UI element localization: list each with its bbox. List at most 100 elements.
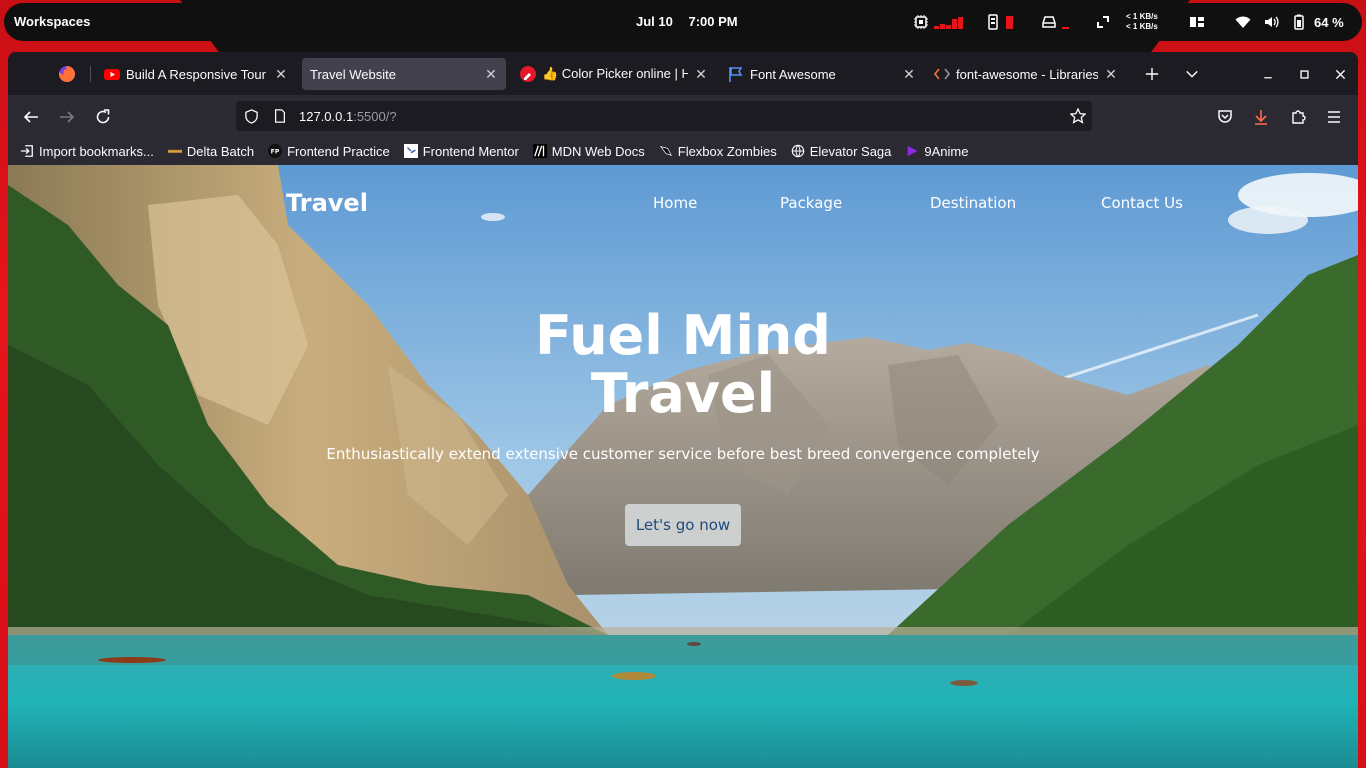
nav-link-home[interactable]: Home <box>653 194 697 212</box>
net-download-speed: < 1 KB/s <box>1126 22 1158 31</box>
clock-date: Jul 10 <box>636 14 673 29</box>
close-tab-icon[interactable]: ✕ <box>1104 66 1118 83</box>
bookmark-elevator-saga[interactable]: Elevator Saga <box>791 144 891 159</box>
bookmark-mdn[interactable]: MDN Web Docs <box>532 143 645 159</box>
reload-button[interactable] <box>90 104 116 130</box>
tab-travel-website[interactable]: Travel Website ✕ <box>302 58 506 90</box>
bookmark-label: Delta Batch <box>186 143 255 159</box>
close-window-button[interactable] <box>1328 62 1352 86</box>
cpu-icon <box>914 15 928 29</box>
bookmark-frontend-practice[interactable]: FP Frontend Practice <box>268 144 390 159</box>
tab-color-picker[interactable]: 👍 Color Picker online | H ✕ <box>512 58 716 90</box>
arrow-right-icon <box>60 111 75 123</box>
disk-monitor[interactable] <box>1040 3 1069 41</box>
network-monitor[interactable]: < 1 KB/s < 1 KB/s <box>1094 3 1158 41</box>
minimize-icon <box>1264 77 1272 79</box>
hero-subtitle: Enthusiastically extend extensive custom… <box>326 445 1040 463</box>
svg-text:FP: FP <box>271 149 280 156</box>
hero-title: Fuel Mind Travel <box>8 307 1358 423</box>
window-switcher-icon <box>1190 17 1204 27</box>
battery-icon <box>1294 14 1304 30</box>
net-upload-speed: < 1 KB/s <box>1126 12 1158 21</box>
minimize-button[interactable] <box>1256 62 1280 86</box>
cta-button[interactable]: Let's go now <box>625 504 741 546</box>
workspaces-button[interactable]: Workspaces <box>14 14 90 29</box>
memory-icon <box>988 14 998 30</box>
hero-title-line1: Fuel Mind <box>535 304 831 367</box>
flag-icon <box>729 67 743 82</box>
extensions-button[interactable] <box>1285 104 1311 130</box>
top-panel: Workspaces Jul 10 7:00 PM < 1 KB/s < 1 K… <box>4 3 1362 41</box>
star-icon[interactable] <box>1070 108 1086 124</box>
bookmark-label: MDN Web Docs <box>551 143 645 159</box>
close-tab-icon[interactable]: ✕ <box>484 66 498 83</box>
pocket-icon <box>1218 110 1232 123</box>
browser-window: Build A Responsive Tour ✕ Travel Website… <box>8 52 1358 768</box>
reload-icon <box>96 109 110 124</box>
expand-icon <box>1097 16 1109 28</box>
forward-button[interactable] <box>54 104 80 130</box>
nav-link-destination[interactable]: Destination <box>930 194 1016 212</box>
delta-batch-icon <box>167 149 182 153</box>
bookmark-9anime[interactable]: 9Anime <box>905 144 968 159</box>
clock[interactable]: Jul 10 7:00 PM <box>636 14 738 29</box>
fp-icon: FP <box>268 144 283 158</box>
site-logo[interactable]: Travel <box>286 189 368 217</box>
bookmark-label: Import bookmarks... <box>39 143 154 159</box>
menu-button[interactable] <box>1321 104 1347 130</box>
memory-graph <box>1006 15 1013 29</box>
tab-title: Travel Website <box>310 66 396 82</box>
cpu-monitor[interactable] <box>912 3 963 41</box>
bookmark-delta-batch[interactable]: Delta Batch <box>167 143 255 159</box>
cpu-graph <box>934 15 963 29</box>
page-icon[interactable] <box>273 109 287 123</box>
url-text[interactable]: 127.0.0.1:5500/? <box>299 109 397 124</box>
firefox-icon[interactable] <box>58 65 76 83</box>
chevron-down-icon <box>1186 70 1198 78</box>
battery-percentage: 64 % <box>1314 14 1344 30</box>
nav-link-package[interactable]: Package <box>780 194 842 212</box>
pocket-button[interactable] <box>1212 104 1238 130</box>
url-bar[interactable]: 127.0.0.1:5500/? <box>236 101 1092 131</box>
flexbox-zombies-icon <box>659 146 672 156</box>
youtube-icon <box>104 69 120 80</box>
puzzle-icon <box>1292 110 1306 124</box>
plus-icon <box>1145 67 1159 81</box>
bookmark-flexbox-zombies[interactable]: Flexbox Zombies <box>659 144 777 159</box>
volume-icon <box>1265 16 1279 28</box>
bookmark-label: Flexbox Zombies <box>677 143 777 159</box>
frontend-mentor-icon <box>403 144 418 158</box>
tab-title: 👍 Color Picker online | H <box>542 66 688 81</box>
bookmark-import[interactable]: Import bookmarks... <box>20 144 154 159</box>
maximize-button[interactable] <box>1292 62 1316 86</box>
close-tab-icon[interactable]: ✕ <box>274 66 288 83</box>
close-tab-icon[interactable]: ✕ <box>694 66 708 83</box>
bookmark-label: 9Anime <box>924 143 969 159</box>
nav-link-contact-us[interactable]: Contact Us <box>1101 194 1183 212</box>
list-all-tabs-button[interactable] <box>1180 62 1204 86</box>
bookmark-label: Frontend Mentor <box>422 143 519 159</box>
url-path: :5500/? <box>353 108 397 124</box>
tab-separator <box>90 66 91 82</box>
downloads-button[interactable] <box>1248 104 1274 130</box>
download-icon <box>1255 110 1267 125</box>
tab-title: Font Awesome <box>750 66 836 82</box>
new-tab-button[interactable] <box>1140 62 1164 86</box>
import-icon <box>20 145 33 157</box>
close-tab-icon[interactable]: ✕ <box>902 66 916 83</box>
system-menu[interactable]: 64 % <box>1188 3 1344 41</box>
mdn-icon <box>532 144 547 158</box>
hero-background-image <box>8 165 1358 768</box>
memory-monitor[interactable] <box>984 3 1013 41</box>
bookmark-frontend-mentor[interactable]: Frontend Mentor <box>403 143 519 159</box>
shield-icon[interactable] <box>244 108 259 124</box>
maximize-icon <box>1299 69 1309 79</box>
disk-icon <box>1042 16 1056 28</box>
tab-bar: Build A Responsive Tour ✕ Travel Website… <box>8 52 1358 95</box>
back-button[interactable] <box>18 104 44 130</box>
navigation-toolbar: 127.0.0.1:5500/? <box>8 95 1358 137</box>
disk-graph <box>1062 15 1069 29</box>
tab-build-responsive-tour[interactable]: Build A Responsive Tour ✕ <box>96 58 296 90</box>
tab-font-awesome-libraries[interactable]: font-awesome - Libraries ✕ <box>926 58 1126 90</box>
tab-font-awesome[interactable]: Font Awesome ✕ <box>720 58 924 90</box>
